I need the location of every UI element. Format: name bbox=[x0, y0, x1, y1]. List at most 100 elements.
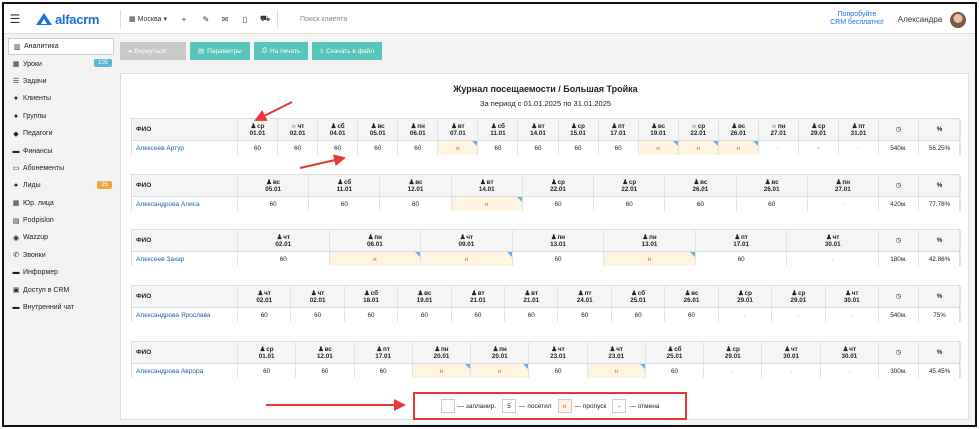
student-name[interactable]: Алексеев Захар bbox=[132, 252, 238, 266]
attendance-cell[interactable]: 60 bbox=[238, 364, 297, 378]
attendance-cell[interactable]: 60 bbox=[345, 308, 399, 322]
attendance-cell[interactable]: 60 bbox=[594, 197, 666, 211]
attendance-cell[interactable]: 60 bbox=[278, 141, 319, 155]
sidebar-item[interactable]: ▬ Внутренний чат bbox=[8, 299, 114, 316]
student-name[interactable]: Александрова Аврора bbox=[132, 364, 238, 378]
attendance-cell[interactable]: 60 bbox=[612, 308, 666, 322]
attendance-cell[interactable]: 60 bbox=[238, 141, 279, 155]
sidebar-badge: 25 bbox=[97, 181, 112, 190]
attendance-cell[interactable]: 60 bbox=[238, 308, 292, 322]
attendance-cell[interactable]: 60 bbox=[505, 308, 559, 322]
attendance-cell[interactable]: 60 bbox=[646, 364, 705, 378]
params-button[interactable]: ▤ Параметры bbox=[190, 42, 250, 60]
attendance-cell[interactable]: - bbox=[762, 364, 821, 378]
attendance-cell[interactable]: н bbox=[718, 141, 759, 155]
attendance-cell[interactable]: 60 bbox=[398, 141, 439, 155]
sidebar-item[interactable]: ● Клиенты bbox=[8, 90, 114, 107]
sidebar-item[interactable]: ▭ Абонементы bbox=[8, 160, 114, 177]
search-input[interactable]: Поиск клиента bbox=[300, 4, 420, 34]
attendance-cell[interactable]: 60 bbox=[523, 197, 595, 211]
attendance-cell[interactable]: 60 bbox=[355, 364, 413, 378]
mobile-icon[interactable]: ▯ bbox=[239, 4, 251, 34]
avatar[interactable] bbox=[950, 12, 966, 28]
attendance-cell[interactable]: 60 bbox=[309, 197, 381, 211]
attendance-cell[interactable]: 60 bbox=[559, 141, 599, 155]
attendance-cell[interactable]: 60 bbox=[238, 252, 330, 266]
attendance-cell[interactable]: 60 bbox=[318, 141, 359, 155]
attendance-cell[interactable]: н bbox=[604, 252, 696, 266]
cart-icon[interactable]: ⛟ bbox=[259, 4, 271, 34]
user-name[interactable]: Александра bbox=[896, 4, 944, 34]
attendance-cell[interactable]: - bbox=[772, 308, 826, 322]
attendance-cell[interactable]: н bbox=[638, 141, 679, 155]
attendance-cell[interactable]: 60 bbox=[513, 252, 605, 266]
attendance-cell[interactable]: 60 bbox=[665, 197, 737, 211]
mail-icon[interactable]: ✉ bbox=[219, 4, 231, 34]
legend-planned: — запланир. bbox=[440, 399, 496, 413]
sidebar-item[interactable]: ▦ Уроки 105 bbox=[8, 55, 114, 72]
attendance-cell[interactable]: 60 bbox=[358, 141, 399, 155]
sidebar-item[interactable]: ▬ Финансы bbox=[8, 142, 114, 159]
attendance-cell[interactable]: 60 bbox=[737, 197, 808, 211]
attendance-cell[interactable]: н bbox=[587, 364, 646, 378]
attendance-cell[interactable]: 60 bbox=[665, 308, 719, 322]
attendance-block: ФИО ♟ чт 02.01 ♟ чт 02.01 ♟ сб 18.01 ♟ вс 19.01 ♟ вт 21… bbox=[131, 285, 961, 322]
sidebar-item[interactable]: ● Группы bbox=[8, 108, 114, 125]
wrench-icon[interactable]: ✎ bbox=[200, 4, 212, 34]
attendance-cell[interactable]: н bbox=[329, 252, 422, 266]
attendance-cell[interactable]: н bbox=[678, 141, 719, 155]
attendance-cell[interactable]: - bbox=[821, 364, 879, 378]
download-button[interactable]: ⤓ Скачать в файл bbox=[312, 42, 382, 60]
attendance-cell[interactable]: - bbox=[808, 197, 879, 211]
attendance-cell[interactable]: - bbox=[787, 252, 879, 266]
sidebar-item[interactable]: ◆ Педагоги bbox=[8, 125, 114, 142]
sidebar-item[interactable]: ▣ Доступ в CRM bbox=[8, 281, 114, 298]
attendance-cell[interactable]: - bbox=[839, 141, 879, 155]
sidebar-item[interactable]: ◉ Wazzup bbox=[8, 229, 114, 246]
attendance-cell[interactable]: 60 bbox=[452, 308, 506, 322]
total-minutes: 540м. bbox=[879, 308, 919, 322]
attendance-cell[interactable]: 60 bbox=[238, 197, 310, 211]
attendance-cell[interactable]: 60 bbox=[529, 364, 588, 378]
lesson-day-line: ♟ вс bbox=[371, 123, 385, 130]
city-select[interactable]: ▦ Москва ▾ bbox=[126, 4, 170, 34]
lesson-date: 02.01 bbox=[289, 129, 306, 137]
attendance-cell[interactable]: 60 bbox=[478, 141, 519, 155]
attendance-cell[interactable]: 60 bbox=[398, 308, 452, 322]
logo[interactable]: alfacrm bbox=[36, 4, 116, 34]
sidebar-item[interactable]: ▥ Аналитика bbox=[8, 38, 114, 56]
student-name[interactable]: Александрова Ярослава bbox=[132, 308, 238, 322]
sidebar-item[interactable]: ☰ Задачи bbox=[8, 73, 114, 90]
attendance-cell[interactable]: 60 bbox=[380, 197, 452, 211]
attendance-cell[interactable]: - bbox=[826, 308, 879, 322]
plus-icon[interactable]: + bbox=[178, 4, 190, 34]
sidebar-item-label: Звонки bbox=[23, 251, 46, 259]
back-button[interactable]: ◂ Вернуться bbox=[120, 42, 186, 60]
attendance-cell[interactable]: 60 bbox=[518, 141, 559, 155]
attendance-cell[interactable]: 60 bbox=[696, 252, 788, 266]
attendance-cell[interactable]: - bbox=[759, 141, 799, 155]
student-name[interactable]: Александрова Алиса bbox=[132, 197, 238, 211]
attendance-cell[interactable]: - bbox=[799, 141, 839, 155]
sidebar-item[interactable]: ▤ Podpislon bbox=[8, 212, 114, 229]
attendance-cell[interactable]: н bbox=[438, 141, 479, 155]
attendance-cell[interactable]: н bbox=[471, 364, 530, 378]
attendance-cell[interactable]: н bbox=[412, 364, 472, 378]
hamburger-icon[interactable]: ☰ bbox=[8, 4, 22, 34]
attendance-cell[interactable]: н bbox=[421, 252, 513, 266]
attendance-cell[interactable]: - bbox=[704, 364, 763, 378]
student-name[interactable]: Алексеев Артур bbox=[132, 141, 238, 155]
sidebar-item[interactable]: ▬ Информер bbox=[8, 264, 114, 281]
attendance-cell[interactable]: 60 bbox=[559, 308, 612, 322]
attendance-cell[interactable]: н bbox=[451, 197, 523, 211]
attendance-cell[interactable]: - bbox=[719, 308, 773, 322]
sidebar-item[interactable]: ▦ Юр. лица bbox=[8, 195, 114, 212]
sidebar-item[interactable]: ● Лиды 25 bbox=[8, 177, 114, 194]
sidebar-item[interactable]: ✆ Звонки bbox=[8, 247, 114, 264]
attendance-cell[interactable]: 60 bbox=[296, 364, 355, 378]
clock-icon: ◷ bbox=[879, 119, 919, 140]
attendance-cell[interactable]: 60 bbox=[599, 141, 639, 155]
print-button[interactable]: ⎙ На печать bbox=[253, 42, 309, 60]
attendance-cell[interactable]: 60 bbox=[291, 308, 345, 322]
promo-link[interactable]: Попробуйте CRM бесплатно! bbox=[826, 4, 888, 34]
